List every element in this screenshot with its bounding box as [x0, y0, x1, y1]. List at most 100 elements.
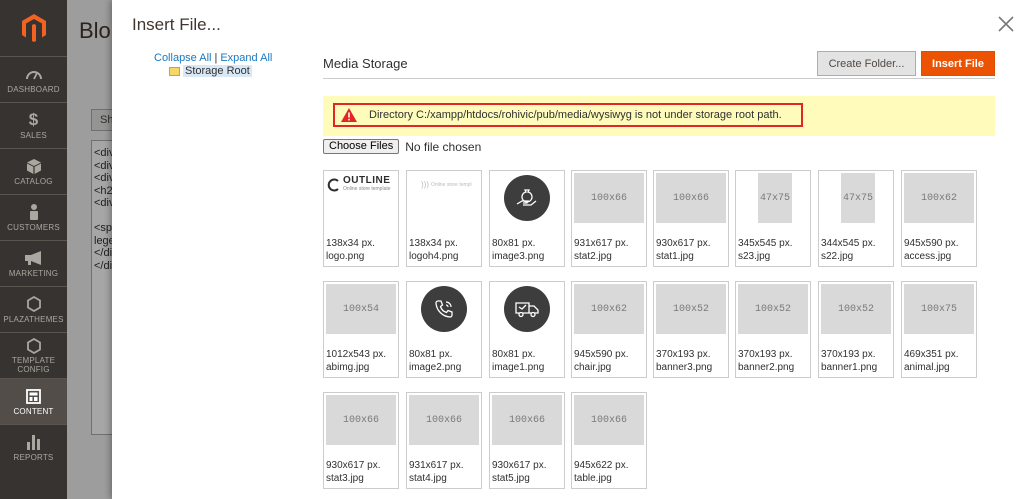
file-tile[interactable]: 100x66 930x617 px. stat1.jpg	[653, 170, 729, 267]
sidebar-item-label: CATALOG	[14, 176, 53, 186]
warning-icon	[341, 108, 357, 122]
placeholder-size-text: 100x62	[590, 303, 627, 315]
file-name: animal.jpg	[904, 362, 950, 373]
warning-text: Directory C:/xampp/htdocs/rohivic/pub/me…	[369, 109, 782, 121]
file-thumbnail: 100x52	[656, 284, 726, 334]
file-meta: 80x81 px. image1.png	[492, 348, 544, 374]
file-tile[interactable]: 100x62 945x590 px. access.jpg	[901, 170, 977, 267]
file-meta: 80x81 px. image3.png	[492, 237, 544, 263]
file-dimensions: 138x34 px.	[409, 238, 458, 249]
file-dimensions: 370x193 px.	[821, 349, 876, 360]
close-icon[interactable]	[996, 14, 1016, 34]
sidebar-item-plazathemes[interactable]: PLAZATHEMES	[0, 286, 67, 332]
placeholder-size-text: 47x75	[759, 192, 790, 204]
warning-highlight: Directory C:/xampp/htdocs/rohivic/pub/me…	[333, 103, 803, 127]
file-meta: 138x34 px. logo.png	[326, 237, 375, 263]
sidebar-item-label: REPORTS	[13, 452, 54, 462]
sidebar-item-sales[interactable]: $ SALES	[0, 102, 67, 148]
file-name: image3.png	[492, 251, 545, 262]
sidebar-item-dashboard[interactable]: DASHBOARD	[0, 56, 67, 102]
phone-icon	[421, 286, 467, 332]
file-tile[interactable]: 100x66 930x617 px. stat3.jpg	[323, 392, 399, 489]
dashboard-icon	[25, 66, 42, 83]
file-dimensions: 1012x543 px.	[326, 349, 387, 360]
file-tile[interactable]: 100x54 1012x543 px. abimg.jpg	[323, 281, 399, 378]
file-tile[interactable]: 47x75 344x545 px. s22.jpg	[818, 170, 894, 267]
expand-all-link[interactable]: Expand All	[220, 52, 272, 64]
file-dimensions: 945x590 px.	[574, 349, 629, 360]
file-thumbnail: 100x75	[904, 284, 974, 334]
sidebar-item-content[interactable]: CONTENT	[0, 378, 67, 424]
tree-node-storage-root[interactable]: Storage Root	[169, 65, 272, 77]
file-dimensions: 931x617 px.	[409, 460, 464, 471]
wifi-icon: )))	[421, 180, 429, 189]
file-tile[interactable]: ))) Online store templ 138x34 px. logoh4.pn…	[406, 170, 482, 267]
file-dimensions: 930x617 px.	[656, 238, 711, 249]
file-dimensions: 370x193 px.	[738, 349, 793, 360]
placeholder-size-text: 100x66	[508, 414, 545, 426]
file-tile[interactable]: 100x75 469x351 px. animal.jpg	[901, 281, 977, 378]
sidebar-item-catalog[interactable]: CATALOG	[0, 148, 67, 194]
file-dimensions: 345x545 px.	[738, 238, 793, 249]
placeholder-size-text: 100x66	[425, 414, 462, 426]
folder-tree: Collapse All | Expand All Storage Root	[154, 52, 272, 77]
file-thumbnail: 100x66	[409, 395, 479, 445]
sidebar-item-reports[interactable]: REPORTS	[0, 424, 67, 470]
file-tile[interactable]: 100x66 931x617 px. stat2.jpg	[571, 170, 647, 267]
bar-chart-icon	[26, 434, 41, 451]
sidebar-item-customers[interactable]: CUSTOMERS	[0, 194, 67, 240]
file-meta: 930x617 px. stat1.jpg	[656, 237, 711, 263]
file-tile[interactable]: 100x66 930x617 px. stat5.jpg	[489, 392, 565, 489]
file-upload-row: Choose Files No file chosen	[323, 139, 481, 154]
insert-file-button[interactable]: Insert File	[921, 51, 995, 76]
hexagon-icon	[26, 296, 41, 313]
file-meta: 945x590 px. chair.jpg	[574, 348, 629, 374]
file-tile[interactable]: 80x81 px. image3.png	[489, 170, 565, 267]
file-name: image1.png	[492, 362, 545, 373]
placeholder-size-text: 100x52	[837, 303, 874, 315]
placeholder-size-text: 100x62	[920, 192, 957, 204]
magento-logo[interactable]	[0, 0, 67, 56]
file-tile[interactable]: OUTLINE Online store template 138x34 px. lo…	[323, 170, 399, 267]
folder-icon	[169, 66, 180, 76]
file-tile[interactable]: 47x75 345x545 px. s23.jpg	[735, 170, 811, 267]
placeholder-size-text: 100x66	[590, 192, 627, 204]
file-tile[interactable]: 100x66 931x617 px. stat4.jpg	[406, 392, 482, 489]
file-thumbnail: 100x52	[738, 284, 808, 334]
hexagon-icon	[26, 337, 41, 354]
collapse-all-link[interactable]: Collapse All	[154, 52, 211, 64]
file-thumbnail: 100x66	[656, 173, 726, 223]
sidebar-item-marketing[interactable]: MARKETING	[0, 240, 67, 286]
file-name: stat3.jpg	[326, 473, 364, 484]
magento-logo-icon	[21, 14, 46, 42]
file-tile[interactable]: 100x52 370x193 px. banner3.png	[653, 281, 729, 378]
logo-text: Online store templ	[431, 181, 472, 188]
file-thumbnail: OUTLINE Online store template	[326, 173, 396, 223]
file-tile[interactable]: 80x81 px. image1.png	[489, 281, 565, 378]
create-folder-button[interactable]: Create Folder...	[817, 51, 916, 76]
sidebar-item-template-config[interactable]: TEMPLATE CONFIG	[0, 332, 67, 378]
file-thumbnail: 100x66	[326, 395, 396, 445]
placeholder-size-text: 100x66	[342, 414, 379, 426]
file-name: banner2.png	[738, 362, 795, 373]
file-name: access.jpg	[904, 251, 952, 262]
choose-files-button[interactable]: Choose Files	[323, 139, 400, 154]
file-tile[interactable]: 80x81 px. image2.png	[406, 281, 482, 378]
file-meta: 370x193 px. banner1.png	[821, 348, 877, 374]
file-dimensions: 930x617 px.	[492, 460, 547, 471]
file-dimensions: 80x81 px.	[492, 349, 536, 360]
file-tile[interactable]: 100x52 370x193 px. banner2.png	[735, 281, 811, 378]
person-icon	[28, 204, 40, 221]
placeholder-size-text: 100x52	[672, 303, 709, 315]
file-thumbnail: 47x75	[758, 173, 792, 223]
file-tile[interactable]: 100x62 945x590 px. chair.jpg	[571, 281, 647, 378]
file-tile[interactable]: 100x66 945x622 px. table.jpg	[571, 392, 647, 489]
warning-message: Directory C:/xampp/htdocs/rohivic/pub/me…	[323, 96, 995, 136]
megaphone-icon	[24, 250, 43, 267]
file-meta: 138x34 px. logoh4.png	[409, 237, 459, 263]
file-dimensions: 370x193 px.	[656, 349, 711, 360]
file-name: abimg.jpg	[326, 362, 370, 373]
file-dimensions: 138x34 px.	[326, 238, 375, 249]
modal-title: Insert File...	[132, 15, 221, 34]
file-tile[interactable]: 100x52 370x193 px. banner1.png	[818, 281, 894, 378]
